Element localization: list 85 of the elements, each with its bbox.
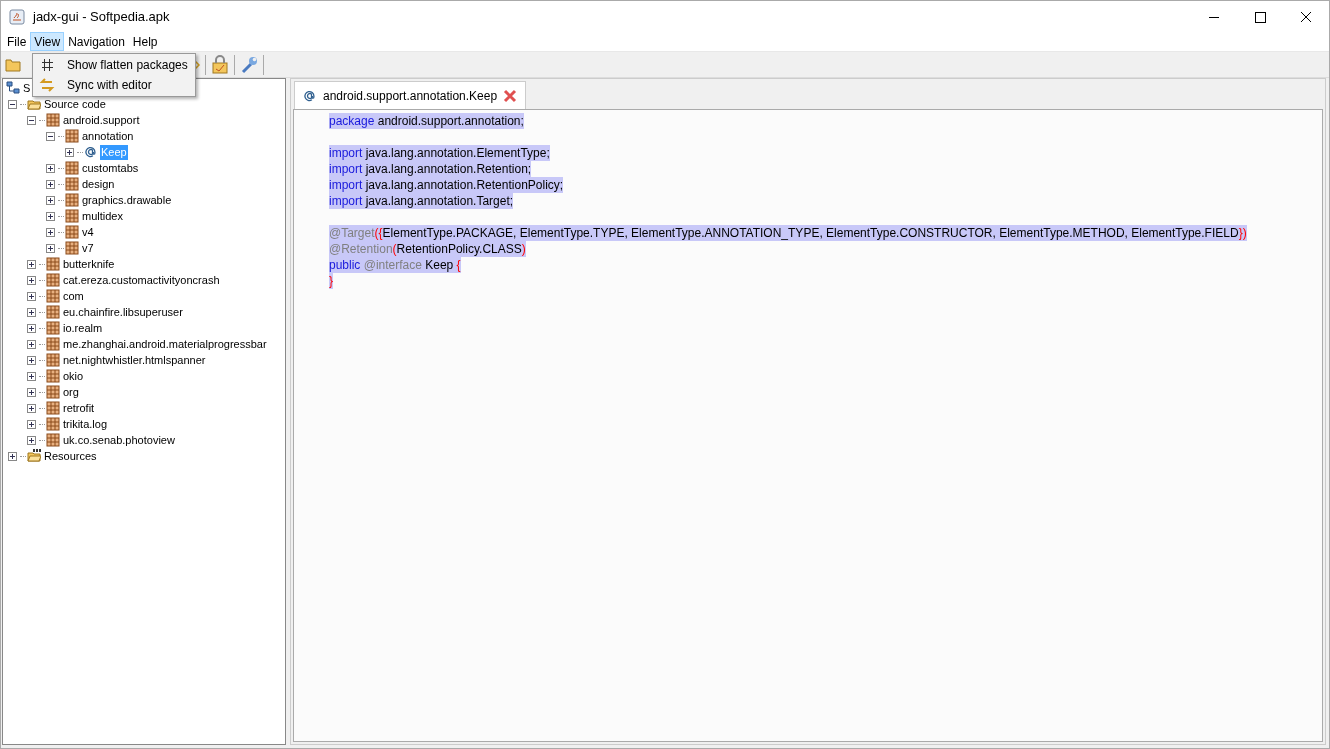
expand-icon[interactable] bbox=[65, 147, 74, 157]
menu-item[interactable]: Navigation bbox=[64, 32, 129, 51]
expand-icon[interactable] bbox=[27, 387, 36, 397]
package-icon bbox=[65, 209, 79, 223]
package-icon bbox=[65, 161, 79, 175]
tree-item[interactable]: uk.co.senab.photoview bbox=[62, 432, 176, 448]
package-icon bbox=[46, 289, 60, 303]
tree-item[interactable]: Source code bbox=[43, 96, 107, 112]
tree-item[interactable]: butterknife bbox=[62, 256, 116, 272]
window-title: jadx-gui - Softpedia.apk bbox=[33, 7, 171, 26]
expand-icon[interactable] bbox=[27, 435, 36, 445]
expand-icon[interactable] bbox=[46, 163, 55, 173]
collapse-icon[interactable] bbox=[46, 131, 55, 141]
tree-item[interactable]: v7 bbox=[81, 240, 95, 256]
expand-icon[interactable] bbox=[27, 403, 36, 413]
package-icon bbox=[65, 225, 79, 239]
tree-item[interactable]: Resources bbox=[43, 448, 98, 464]
tree-item[interactable]: io.realm bbox=[62, 320, 104, 336]
tree-item[interactable]: org bbox=[62, 384, 80, 400]
expand-icon[interactable] bbox=[27, 339, 36, 349]
tree-item[interactable]: trikita.log bbox=[62, 416, 109, 432]
package-icon bbox=[46, 337, 60, 351]
tree-item[interactable]: com bbox=[62, 288, 85, 304]
collapse-icon[interactable] bbox=[8, 99, 17, 109]
menu-item[interactable]: Show flatten packages bbox=[33, 55, 195, 75]
hierarchy-icon bbox=[6, 81, 20, 95]
menu-item[interactable]: View bbox=[30, 32, 65, 51]
tree-item[interactable]: graphics.drawable bbox=[81, 192, 173, 208]
sync-icon bbox=[39, 77, 55, 93]
package-icon bbox=[46, 385, 60, 399]
annotation-icon bbox=[303, 88, 317, 103]
package-icon bbox=[46, 321, 60, 335]
package-icon bbox=[46, 257, 60, 271]
expand-icon[interactable] bbox=[27, 371, 36, 381]
tree-item[interactable]: me.zhanghai.android.materialprogressbar bbox=[62, 336, 268, 352]
editor-tab[interactable]: android.support.annotation.Keep bbox=[294, 81, 527, 109]
expand-icon[interactable] bbox=[8, 451, 17, 461]
tree-item[interactable]: net.nightwhistler.htmlspanner bbox=[62, 352, 207, 368]
expand-icon[interactable] bbox=[46, 195, 55, 205]
tree-item[interactable]: annotation bbox=[81, 128, 135, 144]
tree-item[interactable]: S bbox=[22, 80, 32, 96]
tree-item[interactable]: multidex bbox=[81, 208, 124, 224]
package-icon bbox=[65, 129, 79, 143]
menu-item[interactable]: Sync with editor bbox=[33, 75, 195, 95]
collapse-icon[interactable] bbox=[27, 115, 36, 125]
package-icon bbox=[65, 241, 79, 255]
tree-item[interactable]: customtabs bbox=[81, 160, 140, 176]
package-icon bbox=[46, 353, 60, 367]
package-icon bbox=[46, 305, 60, 319]
expand-icon[interactable] bbox=[27, 323, 36, 333]
expand-icon[interactable] bbox=[27, 275, 36, 285]
app-icon bbox=[9, 8, 25, 25]
tree-item[interactable]: android.support bbox=[62, 112, 141, 128]
package-icon bbox=[46, 433, 60, 447]
tree-item[interactable]: cat.ereza.customactivityoncrash bbox=[62, 272, 221, 288]
package-icon bbox=[46, 113, 60, 127]
menu-item[interactable]: Help bbox=[128, 32, 162, 51]
expand-icon[interactable] bbox=[46, 243, 55, 253]
tree-item[interactable]: retrofit bbox=[62, 400, 96, 416]
grid-icon bbox=[39, 57, 55, 73]
lock-icon[interactable] bbox=[210, 54, 230, 75]
expand-icon[interactable] bbox=[27, 307, 36, 317]
expand-icon[interactable] bbox=[46, 211, 55, 221]
close-icon[interactable] bbox=[503, 88, 518, 103]
package-icon bbox=[46, 417, 60, 431]
folder-icon bbox=[27, 97, 41, 111]
package-icon bbox=[65, 177, 79, 191]
expand-icon[interactable] bbox=[27, 419, 36, 429]
expand-icon[interactable] bbox=[27, 355, 36, 365]
annotation-icon bbox=[84, 145, 98, 159]
expand-icon[interactable] bbox=[27, 259, 36, 269]
expand-icon[interactable] bbox=[46, 179, 55, 189]
tree-item[interactable]: v4 bbox=[81, 224, 95, 240]
tree-item[interactable]: okio bbox=[62, 368, 85, 384]
package-icon bbox=[65, 193, 79, 207]
wrench-icon[interactable] bbox=[239, 54, 259, 75]
package-icon bbox=[46, 369, 60, 383]
expand-icon[interactable] bbox=[27, 291, 36, 301]
expand-icon[interactable] bbox=[46, 227, 55, 237]
resources-folder-icon bbox=[27, 449, 41, 463]
tree-item[interactable]: eu.chainfire.libsuperuser bbox=[62, 304, 184, 320]
menu-item[interactable]: File bbox=[3, 32, 31, 51]
package-icon bbox=[46, 273, 60, 287]
tree-item[interactable]: design bbox=[81, 176, 116, 192]
package-icon bbox=[46, 401, 60, 415]
